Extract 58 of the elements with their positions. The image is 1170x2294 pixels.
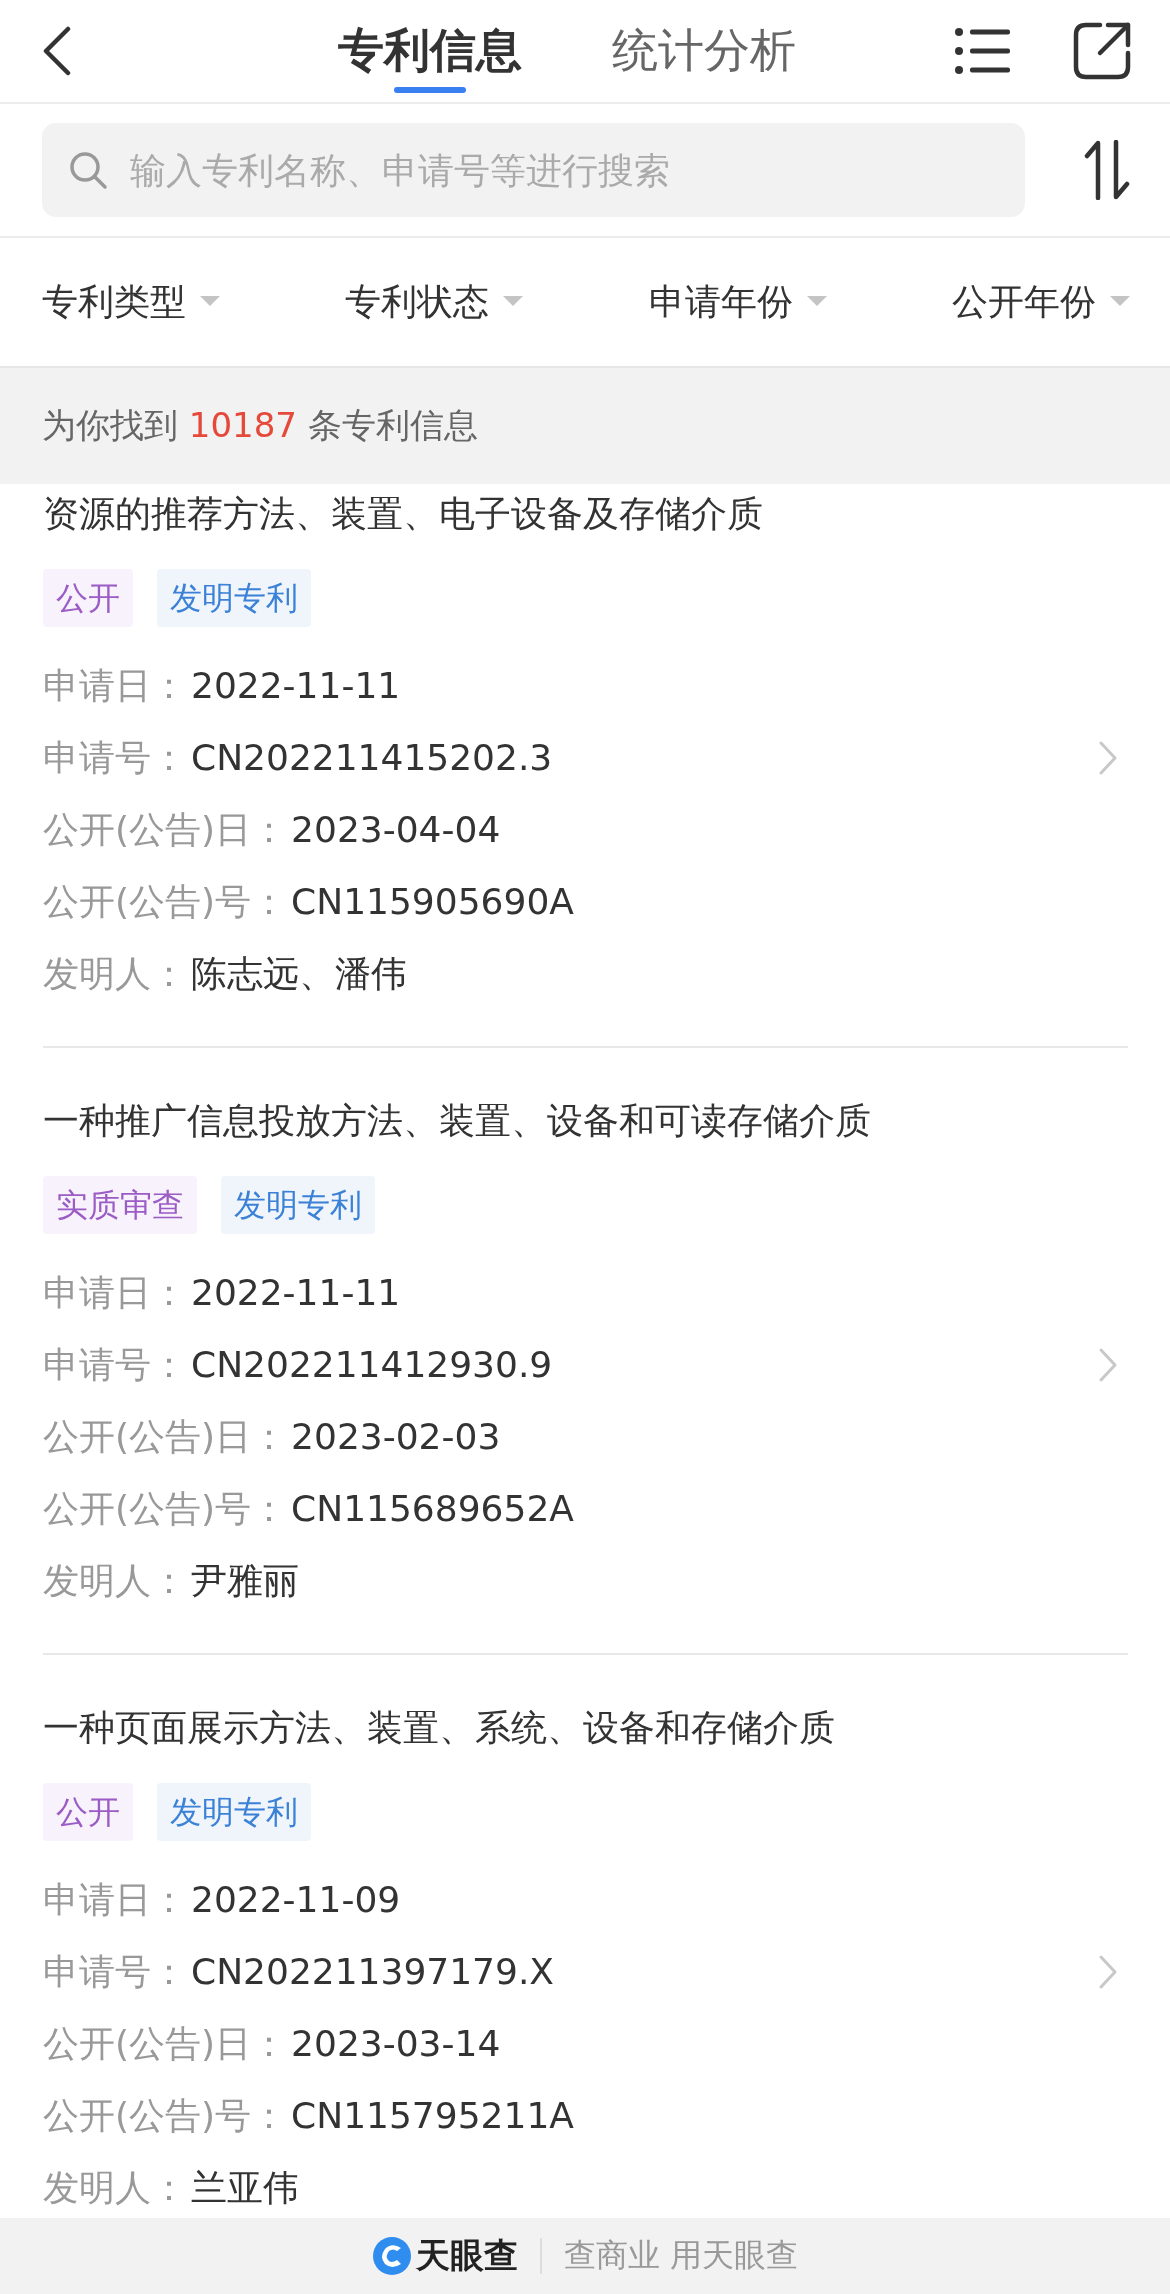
caret-icon — [1110, 296, 1130, 308]
field-label: 申请日： — [43, 1272, 187, 1313]
tab[interactable]: 专利信息 — [338, 0, 522, 103]
field-value: 2023-04-04 — [291, 809, 501, 850]
result-count: 为你找到 10187 条专利信息 — [42, 404, 478, 447]
field-value: CN115795211A — [291, 2095, 574, 2136]
tab[interactable]: 统计分析 — [612, 0, 796, 103]
patent-title[interactable]: 一种推广信息投放方法、装置、设备和可读存储介质 — [43, 1091, 1128, 1151]
patent-title[interactable]: 资源的推荐方法、装置、电子设备及存储介质 — [43, 484, 1128, 544]
status-tag: 公开 — [43, 1783, 133, 1841]
field-label: 公开(公告)日： — [43, 2023, 288, 2064]
field-value: CN202211412930.9 — [191, 1344, 553, 1385]
field-value: CN115689652A — [291, 1488, 574, 1529]
sort-icon[interactable] — [1084, 140, 1130, 200]
field-value: 2022-11-11 — [191, 1272, 401, 1313]
patent-title[interactable]: 一种页面展示方法、装置、系统、设备和存储介质 — [43, 1698, 1128, 1758]
field-label: 申请号： — [43, 1344, 187, 1385]
status-tag: 实质审查 — [43, 1176, 197, 1234]
brand-name: 天眼查 — [415, 2234, 518, 2277]
status-tag: 发明专利 — [221, 1176, 375, 1234]
filter-dropdown[interactable]: 专利类型 — [42, 277, 220, 327]
field-label: 申请日： — [43, 1879, 187, 1920]
status-tag: 发明专利 — [157, 569, 311, 627]
field-value: CN115905690A — [291, 881, 574, 922]
slogan-text: 查商业 用天眼查 — [563, 2235, 799, 2276]
field-label: 公开(公告)号： — [43, 881, 288, 922]
field-label: 公开(公告)日： — [43, 809, 288, 850]
field-label: 公开(公告)号： — [43, 1488, 288, 1529]
field-label: 申请日： — [43, 665, 187, 706]
field-value: 2023-02-03 — [291, 1416, 501, 1457]
field-label: 发明人： — [43, 2167, 187, 2208]
field-value: 2023-03-14 — [291, 2023, 501, 2064]
caret-icon — [503, 296, 524, 308]
field-label: 发明人： — [43, 1560, 187, 1601]
caret-icon — [200, 296, 220, 308]
field-value: 2022-11-11 — [191, 665, 401, 706]
list-icon[interactable] — [954, 26, 1010, 76]
logo-icon — [371, 2236, 412, 2276]
caret-icon — [806, 296, 827, 308]
search-field[interactable]: 输入专利名称、申请号等进行搜索 — [42, 123, 1025, 217]
field-label: 申请号： — [43, 737, 187, 778]
filter-dropdown[interactable]: 公开年份 — [952, 277, 1130, 327]
back-icon[interactable] — [42, 26, 72, 76]
filter-dropdown[interactable]: 申请年份 — [648, 277, 827, 327]
status-tag: 公开 — [43, 569, 133, 627]
status-tag: 发明专利 — [157, 1783, 311, 1841]
field-label: 申请号： — [43, 1951, 187, 1992]
field-label: 公开(公告)日： — [43, 1416, 288, 1457]
field-value: 2022-11-09 — [191, 1879, 401, 1920]
filter-dropdown[interactable]: 专利状态 — [345, 277, 524, 327]
field-value: 尹雅丽 — [191, 1560, 299, 1601]
field-value: 兰亚伟 — [191, 2167, 299, 2208]
field-label: 公开(公告)号： — [43, 2095, 288, 2136]
field-value: CN202211415202.3 — [191, 737, 553, 778]
field-value: 陈志远、潘伟 — [191, 953, 407, 994]
field-label: 发明人： — [43, 953, 187, 994]
share-icon[interactable] — [1072, 21, 1132, 81]
field-value: CN202211397179.X — [191, 1951, 555, 1992]
